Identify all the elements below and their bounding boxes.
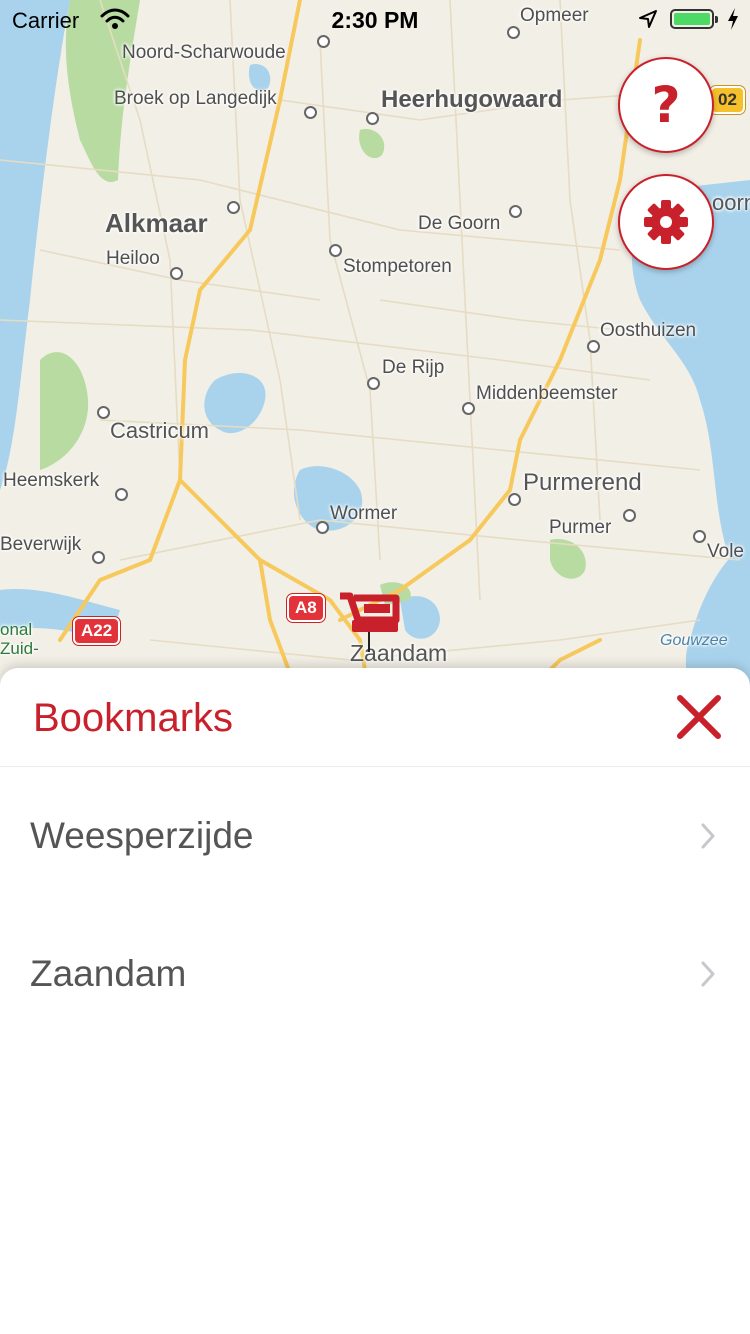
place-label: Noord-Scharwoude (122, 42, 286, 63)
place-label: Castricum (110, 418, 210, 443)
place-label: Broek op Langedijk (114, 88, 277, 109)
place-label: Wormer (330, 503, 398, 524)
place-label: Beverwijk (0, 534, 82, 555)
place-label: De Rijp (382, 357, 445, 378)
place-dot (587, 340, 600, 353)
place-dot (316, 521, 329, 534)
place-dot (693, 530, 706, 543)
bookmarks-header: Bookmarks (0, 668, 750, 767)
location-arrow-icon (638, 9, 658, 35)
place-dot (92, 551, 105, 564)
place-label: oorn (712, 190, 750, 215)
place-dot (304, 106, 317, 119)
close-button[interactable] (676, 694, 722, 740)
bookmarks-panel: Bookmarks Weesperzijde Zaandam (0, 668, 750, 1334)
place-dot (227, 201, 240, 214)
question-mark-icon: ? (651, 76, 681, 134)
place-dot (623, 509, 636, 522)
place-label: De Goorn (418, 213, 501, 234)
place-dot (462, 402, 475, 415)
help-button[interactable]: ? (618, 57, 714, 153)
place-label: Alkmaar (105, 208, 208, 238)
place-dot (97, 406, 110, 419)
shopping-cart-pin-icon[interactable] (336, 590, 402, 654)
status-bar: Carrier 2:30 PM (0, 0, 750, 40)
place-dot (509, 205, 522, 218)
place-dot (508, 493, 521, 506)
road-shield-a22: A22 (73, 617, 121, 645)
bookmark-label: Weesperzijde (30, 815, 254, 856)
battery-icon (670, 9, 718, 29)
place-label: Purmer (549, 517, 612, 538)
place-dot (115, 488, 128, 501)
chevron-right-icon (701, 823, 715, 849)
place-label: Vole (707, 541, 744, 562)
bookmark-label: Zaandam (30, 953, 187, 994)
charging-bolt-icon (726, 7, 740, 37)
place-label: Middenbeemster (476, 383, 618, 404)
place-label: Oosthuizen (600, 320, 697, 341)
road-shield-a8: A8 (287, 594, 325, 622)
road-shield-02: 02 (710, 86, 745, 114)
place-dot (367, 377, 380, 390)
bookmark-item[interactable]: Zaandam (0, 905, 750, 1043)
place-label: onal Zuid- (0, 620, 39, 658)
place-label: Heerhugowaard (381, 86, 563, 113)
place-label: Heemskerk (3, 470, 100, 491)
place-label: Purmerend (523, 469, 642, 496)
settings-button[interactable] (618, 174, 714, 270)
bookmarks-title: Bookmarks (33, 696, 234, 740)
place-dot (170, 267, 183, 280)
gear-icon (644, 200, 688, 244)
chevron-right-icon (701, 961, 715, 987)
place-label: Gouwzee (660, 632, 728, 649)
place-dot (366, 112, 379, 125)
place-dot (329, 244, 342, 257)
place-label: Stompetoren (343, 256, 452, 277)
close-icon (677, 695, 721, 739)
place-label: Heiloo (106, 248, 160, 269)
bookmark-item[interactable]: Weesperzijde (0, 767, 750, 905)
